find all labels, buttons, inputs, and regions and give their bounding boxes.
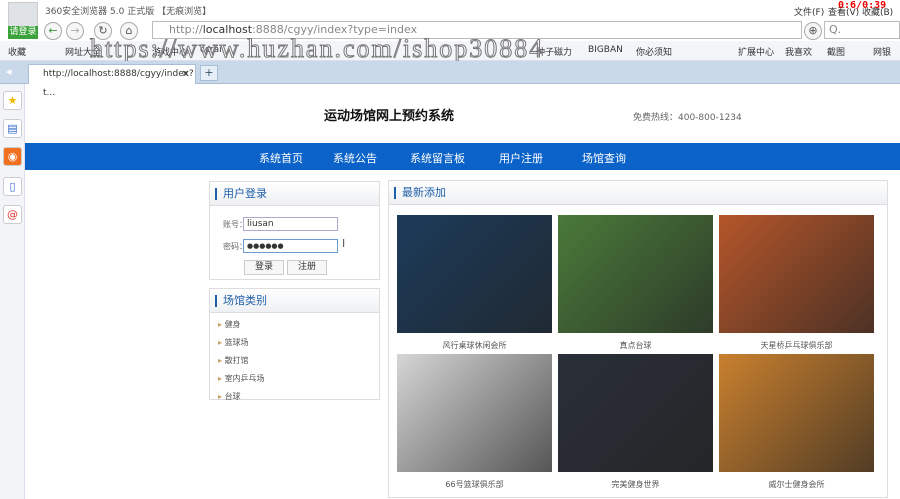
tab-active[interactable]: http://localhost:8888/cgyy/index?t... × bbox=[28, 64, 196, 98]
nav-guestbook[interactable]: 系统留言板 bbox=[410, 150, 465, 166]
login-badge[interactable]: 请登录 bbox=[8, 26, 38, 39]
latest-heading: 最新添加 bbox=[389, 181, 887, 205]
back-icon[interactable]: ← bbox=[44, 22, 62, 40]
watermark: https://www.huzhan.com/ishop30884 bbox=[89, 34, 545, 64]
venue-name[interactable]: 真点台球 bbox=[558, 340, 713, 351]
venue-image[interactable] bbox=[558, 215, 713, 333]
text-cursor-icon: I bbox=[342, 237, 346, 250]
screenshot-button[interactable]: 截图 bbox=[827, 45, 845, 58]
forward-icon[interactable]: → bbox=[66, 22, 84, 40]
weibo-icon[interactable]: ◉ bbox=[3, 147, 22, 166]
category-item[interactable]: 室内乒乓场 bbox=[218, 373, 265, 384]
category-item[interactable]: 台球 bbox=[218, 391, 241, 402]
menu-file[interactable]: 文件(F) bbox=[794, 5, 824, 18]
venue-image[interactable] bbox=[719, 354, 874, 472]
bookmark[interactable]: 你必须知 bbox=[636, 45, 672, 58]
venue-name[interactable]: 完美健身世界 bbox=[558, 479, 713, 490]
tab-close-icon[interactable]: × bbox=[181, 65, 189, 84]
login-button[interactable]: 登录 bbox=[244, 260, 284, 275]
bookmark-extensions[interactable]: 扩展中心 bbox=[738, 45, 774, 58]
search-input[interactable]: Q. bbox=[824, 21, 900, 39]
password-input[interactable]: ●●●●●● bbox=[243, 239, 338, 253]
category-item[interactable]: 篮球场 bbox=[218, 337, 249, 348]
recording-timer: 0:6/0:39 bbox=[838, 0, 887, 11]
bookmark[interactable]: BIGBAN bbox=[588, 45, 623, 55]
category-heading: 场馆类别 bbox=[210, 289, 379, 313]
browser-title-bar: 360安全浏览器 5.0 正式版 【无痕浏览】 文件(F) 查看(V) 收藏(B… bbox=[0, 0, 900, 20]
window-title: 360安全浏览器 5.0 正式版 【无痕浏览】 bbox=[45, 7, 212, 17]
nav-venue-search[interactable]: 场馆查询 bbox=[582, 150, 626, 166]
venue-name[interactable]: 66号篮球俱乐部 bbox=[397, 479, 552, 490]
mobile-icon[interactable]: ▯ bbox=[3, 177, 22, 196]
sidebar-toggle-icon[interactable]: ◂ bbox=[6, 65, 12, 78]
nav-register[interactable]: 用户注册 bbox=[499, 150, 543, 166]
hotline: 免费热线：400-800-1234 bbox=[633, 113, 742, 123]
shield-icon[interactable]: ⊕ bbox=[804, 22, 822, 40]
venue-image[interactable] bbox=[397, 215, 552, 333]
bookmark-favorites[interactable]: 收藏 bbox=[8, 45, 26, 58]
mail-icon[interactable]: @ bbox=[3, 205, 22, 224]
register-button[interactable]: 注册 bbox=[287, 260, 327, 275]
venue-image[interactable] bbox=[558, 354, 713, 472]
nav-notices[interactable]: 系统公告 bbox=[333, 150, 377, 166]
category-panel: 场馆类别 健身 篮球场 散打馆 室内乒乓场 台球 bbox=[209, 288, 380, 402]
venue-name[interactable]: 天星桥乒乓球俱乐部 bbox=[719, 340, 874, 351]
bookmark-bank[interactable]: 网银 bbox=[873, 45, 891, 58]
nav-home[interactable]: 系统首页 bbox=[259, 150, 303, 166]
new-tab-button[interactable]: + bbox=[200, 65, 218, 81]
site-title: 运动场馆网上预约系统 bbox=[324, 109, 455, 124]
venue-image[interactable] bbox=[397, 354, 552, 472]
favorites-star-icon[interactable]: ★ bbox=[3, 91, 22, 110]
category-item[interactable]: 散打馆 bbox=[218, 355, 249, 366]
news-icon[interactable]: ▤ bbox=[3, 119, 22, 138]
login-panel: 用户登录 账号： liusan 密码： ●●●●●● 登录 注册 bbox=[209, 181, 380, 280]
venue-image[interactable] bbox=[719, 215, 874, 333]
login-heading: 用户登录 bbox=[210, 182, 379, 206]
category-item[interactable]: 健身 bbox=[218, 319, 241, 330]
account-input[interactable]: liusan bbox=[243, 217, 338, 231]
bookmark-like[interactable]: 我喜欢 bbox=[785, 45, 812, 58]
venue-name[interactable]: 威尔士健身会所 bbox=[719, 479, 874, 490]
venue-name[interactable]: 风行桌球休闲会所 bbox=[397, 340, 552, 351]
tab-title: http://localhost:8888/cgyy/index?t... bbox=[43, 69, 194, 98]
